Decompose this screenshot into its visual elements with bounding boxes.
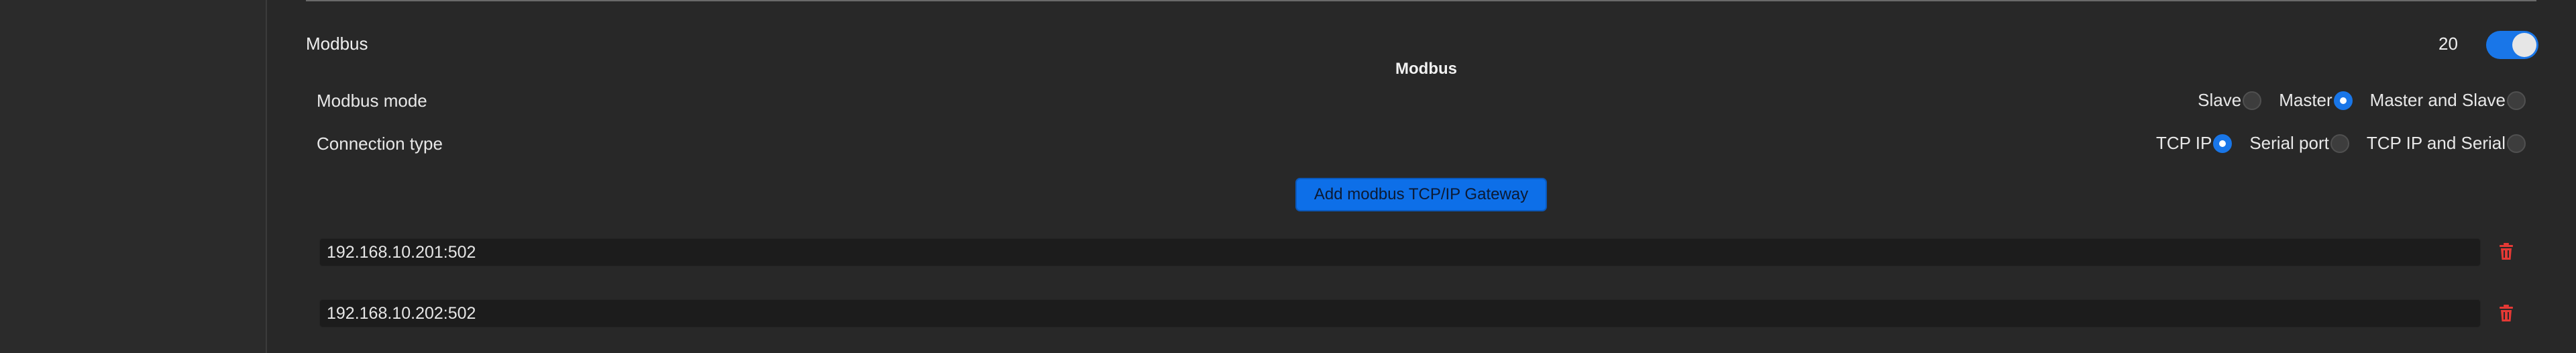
connection-type-option-tcp-ip[interactable]: TCP IP — [2156, 133, 2233, 154]
radio-label: TCP IP and Serial — [2366, 133, 2506, 153]
left-sidebar — [0, 0, 267, 353]
section-title: Modbus — [306, 34, 368, 54]
radio-button-serial-port[interactable] — [2330, 134, 2349, 153]
modbus-mode-option-slave[interactable]: Slave — [2198, 90, 2262, 111]
modbus-settings-panel: Modbus 20 Modbus Modbus mode Slave Maste… — [268, 0, 2576, 353]
radio-label: Serial port — [2249, 133, 2329, 153]
radio-label: Master and Slave — [2369, 90, 2506, 110]
modbus-mode-label: Modbus mode — [317, 91, 427, 111]
section-count: 20 — [2438, 34, 2458, 54]
connection-type-label: Connection type — [317, 134, 443, 154]
trash-icon[interactable] — [2499, 243, 2514, 260]
modbus-mode-option-master[interactable]: Master — [2279, 90, 2353, 111]
modbus-enable-toggle[interactable] — [2486, 31, 2538, 59]
radio-label: Master — [2279, 90, 2332, 110]
radio-button-tcp-ip-and-serial[interactable] — [2507, 134, 2526, 153]
radio-button-master-and-slave[interactable] — [2507, 91, 2526, 110]
radio-button-slave[interactable] — [2243, 91, 2262, 110]
section-divider — [306, 0, 2536, 1]
modbus-mode-radio-group: Slave Master Master and Slave — [2180, 90, 2526, 111]
modbus-subheading: Modbus — [1395, 60, 1457, 78]
radio-label: Slave — [2198, 90, 2242, 110]
add-gateway-button[interactable]: Add modbus TCP/IP Gateway — [1295, 178, 1547, 211]
connection-type-option-tcp-ip-and-serial[interactable]: TCP IP and Serial — [2367, 133, 2526, 154]
connection-type-radio-group: TCP IP Serial port TCP IP and Serial — [2139, 133, 2526, 154]
radio-label: TCP IP — [2156, 133, 2212, 153]
gateway-address-input[interactable] — [319, 299, 2481, 327]
toggle-knob — [2512, 33, 2536, 57]
trash-icon[interactable] — [2499, 305, 2514, 322]
gateway-address-input[interactable] — [319, 238, 2481, 266]
modbus-mode-option-master-and-slave[interactable]: Master and Slave — [2370, 90, 2526, 111]
connection-type-option-serial-port[interactable]: Serial port — [2249, 133, 2349, 154]
radio-button-master[interactable] — [2333, 91, 2353, 110]
radio-button-tcp-ip[interactable] — [2213, 134, 2233, 153]
